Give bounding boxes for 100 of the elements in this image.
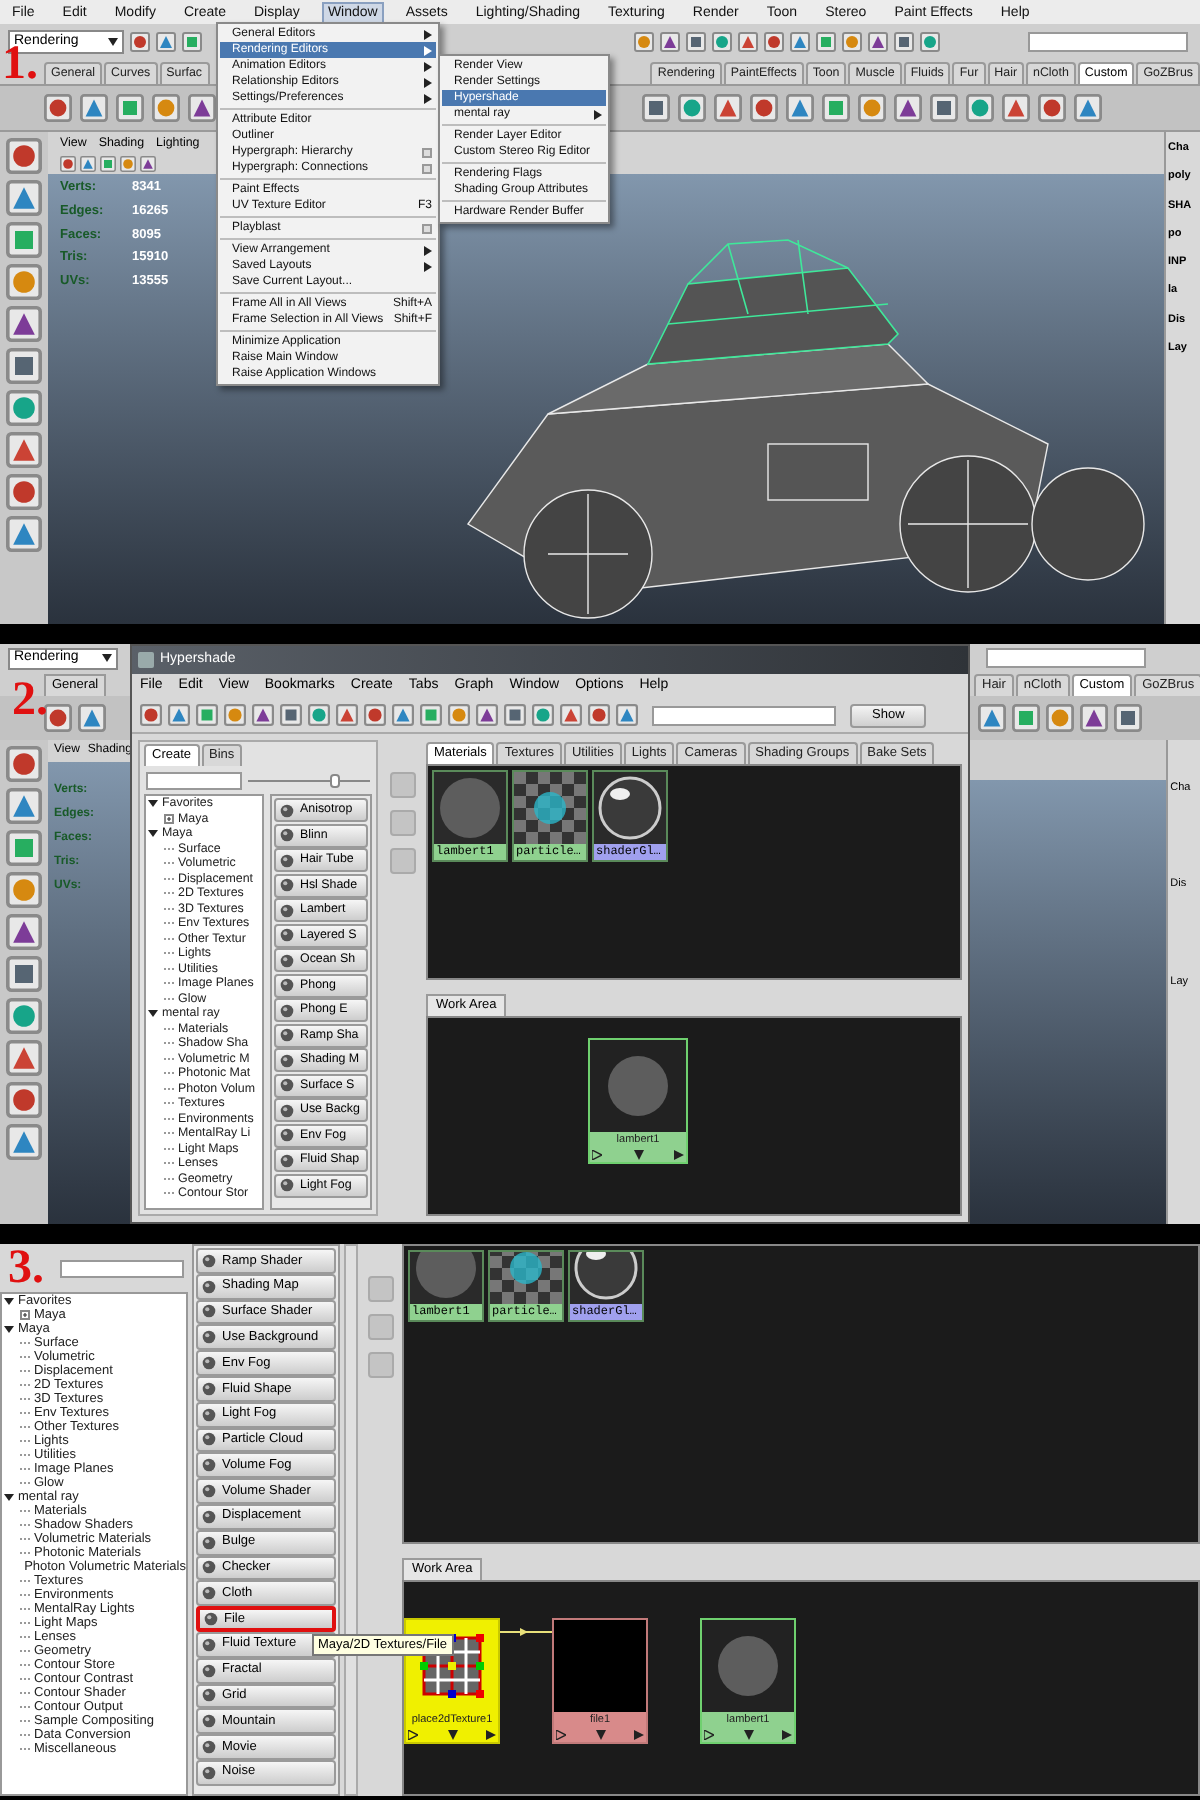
toolbar-icon[interactable] [790,32,810,52]
search-field[interactable] [652,705,836,725]
toolbar-icon[interactable] [616,704,638,726]
shelf-tool-icon[interactable] [642,94,670,122]
tool-icon[interactable] [6,1040,42,1076]
tool-icon[interactable] [6,830,42,866]
toolbar-icon[interactable] [140,156,156,172]
expand-arrow-icon[interactable] [4,1296,14,1306]
tool-icon[interactable] [6,998,42,1034]
toolbar-icon[interactable] [80,156,96,172]
expand-plus-icon[interactable] [20,1310,30,1320]
toolbar-icon[interactable] [156,32,176,52]
shelf-tool-icon[interactable] [786,94,814,122]
port-arrow-icon[interactable] [634,1730,644,1740]
tool-icon[interactable] [6,138,42,174]
shelf-tool-icon[interactable] [1012,704,1040,732]
toolbar-icon[interactable] [224,704,246,726]
toolbar-icon[interactable] [392,704,414,726]
tool-icon[interactable] [6,432,42,468]
shelf-tool-icon[interactable] [152,94,180,122]
expand-arrow-icon[interactable] [4,1324,14,1334]
dropdown-arrow-icon[interactable] [595,1730,605,1740]
input-field[interactable] [986,648,1146,668]
shelf-tool-icon[interactable] [188,94,216,122]
search-field[interactable] [146,771,242,789]
tool-icon[interactable] [6,956,42,992]
toolbar-icon[interactable] [816,32,836,52]
tool-icon[interactable] [6,474,42,510]
tool-icon[interactable] [6,1082,42,1118]
toolbar-icon[interactable] [634,32,654,52]
shelf-tool-icon[interactable] [858,94,886,122]
shelf-tool-icon[interactable] [78,704,106,732]
toolbar-icon[interactable] [364,704,386,726]
shelf-tool-icon[interactable] [930,94,958,122]
tool-icon[interactable] [6,264,42,300]
dropdown-arrow-icon[interactable] [633,1150,643,1160]
toolbar-icon[interactable] [420,704,442,726]
tool-icon[interactable] [6,746,42,782]
toolbar-icon[interactable] [336,704,358,726]
port-arrow-icon[interactable] [556,1730,566,1740]
shelf-tool-icon[interactable] [978,704,1006,732]
shelf-tool-icon[interactable] [1002,94,1030,122]
toolbar-icon[interactable] [764,32,784,52]
shelf-tool-icon[interactable] [80,94,108,122]
tool-icon[interactable] [6,390,42,426]
tool-icon[interactable] [6,1124,42,1160]
dropdown-arrow-icon[interactable] [447,1730,457,1740]
tool-icon[interactable] [6,914,42,950]
shelf-tool-icon[interactable] [678,94,706,122]
shelf-tool-icon[interactable] [116,94,144,122]
toolbar-icon[interactable] [686,32,706,52]
toolbar-icon[interactable] [476,704,498,726]
toolbar-icon[interactable] [140,704,162,726]
shelf-tool-icon[interactable] [966,94,994,122]
input-field[interactable] [1028,32,1188,52]
slider-thumb[interactable] [330,773,341,787]
shelf-tool-icon[interactable] [44,94,72,122]
option-box-icon[interactable] [422,147,432,157]
option-box-icon[interactable] [422,163,432,173]
dropdown-arrow-icon[interactable] [743,1730,753,1740]
shelf-tool-icon[interactable] [1074,94,1102,122]
shelf-tool-icon[interactable] [1080,704,1108,732]
expand-plus-icon[interactable] [164,813,174,824]
tool-icon[interactable] [6,222,42,258]
toolbar-icon[interactable] [280,704,302,726]
expand-arrow-icon[interactable] [4,1492,14,1502]
port-arrow-icon[interactable] [704,1730,714,1740]
tool-icon[interactable] [6,516,42,552]
tool-icon[interactable] [6,348,42,384]
search-field[interactable] [60,1259,184,1277]
tool-icon[interactable] [6,788,42,824]
toolbar-icon[interactable] [120,156,136,172]
toolbar-icon[interactable] [448,704,470,726]
toolbar-icon[interactable] [130,32,150,52]
shelf-tool-icon[interactable] [1038,94,1066,122]
toolbar-icon[interactable] [182,32,202,52]
toolbar-icon[interactable] [308,704,330,726]
expand-arrow-icon[interactable] [148,1008,158,1019]
toolbar-icon[interactable] [504,704,526,726]
tool-icon[interactable] [6,180,42,216]
toolbar-icon[interactable] [60,156,76,172]
toolbar-icon[interactable] [252,704,274,726]
tool-icon[interactable] [6,306,42,342]
shelf-tool-icon[interactable] [750,94,778,122]
expand-arrow-icon[interactable] [148,828,158,839]
shelf-tool-icon[interactable] [894,94,922,122]
option-box-icon[interactable] [422,223,432,233]
toolbar-icon[interactable] [842,32,862,52]
toolbar-icon[interactable] [532,704,554,726]
toolbar-icon[interactable] [660,32,680,52]
toolbar-icon[interactable] [196,704,218,726]
port-arrow-icon[interactable] [674,1150,684,1160]
port-arrow-icon[interactable] [592,1150,602,1160]
toolbar-icon[interactable] [920,32,940,52]
toolbar-icon[interactable] [738,32,758,52]
port-arrow-icon[interactable] [782,1730,792,1740]
port-arrow-icon[interactable] [408,1730,418,1740]
toolbar-icon[interactable] [712,32,732,52]
toolbar-icon[interactable] [588,704,610,726]
shelf-tool-icon[interactable] [44,704,72,732]
